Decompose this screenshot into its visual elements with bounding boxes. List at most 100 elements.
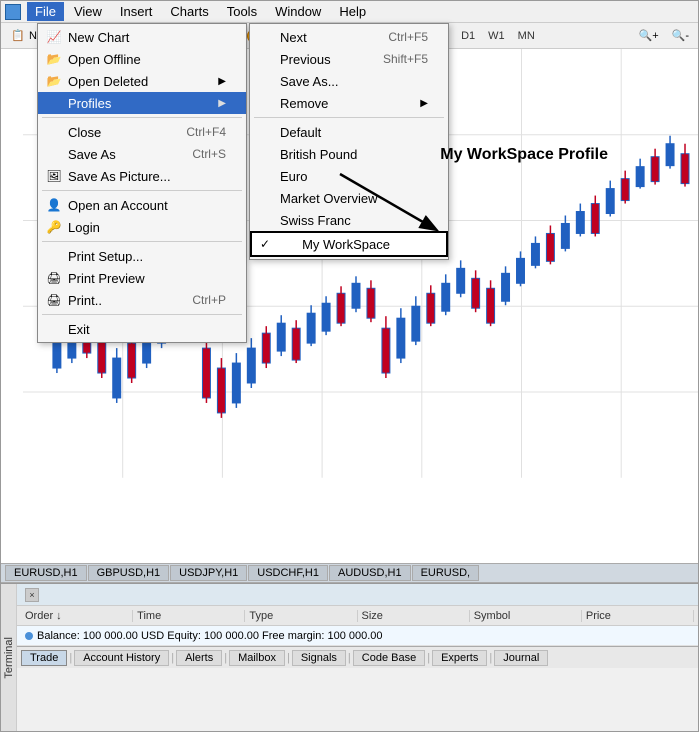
print-icon: 🖨 <box>46 292 62 308</box>
menu-close[interactable]: Close Ctrl+F4 <box>38 121 246 143</box>
open-offline-label: Open Offline <box>68 52 141 67</box>
profiles-remove-label: Remove <box>280 96 328 111</box>
menu-charts[interactable]: Charts <box>162 2 216 21</box>
col-order: Order ↓ <box>21 610 133 622</box>
timeframe-d1[interactable]: D1 <box>456 28 480 44</box>
terminal-header: × <box>17 584 698 606</box>
menu-print-preview[interactable]: 🖨 Print Preview <box>38 267 246 289</box>
col-time: Time <box>133 610 245 622</box>
tab-experts[interactable]: Experts <box>432 650 487 666</box>
profiles-default-icon <box>258 124 274 140</box>
open-deleted-arrow: ▶ <box>218 76 226 87</box>
profiles-swiss-icon <box>258 212 274 228</box>
zoom-in-button[interactable]: 🔍+ <box>634 25 664 47</box>
menu-print[interactable]: 🖨 Print.. Ctrl+P <box>38 289 246 311</box>
profiles-next-icon <box>258 29 274 45</box>
menu-save-as-picture[interactable]: 🖼 Save As Picture... <box>38 165 246 187</box>
status-tabs-row: Trade | Account History | Alerts | Mailb… <box>17 646 698 668</box>
open-deleted-label: Open Deleted <box>68 74 148 89</box>
profiles-next[interactable]: Next Ctrl+F5 <box>250 26 448 48</box>
balance-text: Balance: 100 000.00 USD Equity: 100 000.… <box>37 630 383 642</box>
profiles-previous[interactable]: Previous Shift+F5 <box>250 48 448 70</box>
menu-insert[interactable]: Insert <box>112 2 161 21</box>
timeframe-w1[interactable]: W1 <box>483 28 510 44</box>
terminal-content: × Order ↓ Time Type Size Symbol Price Ba… <box>17 584 698 668</box>
profiles-previous-icon <box>258 51 274 67</box>
tab-code-base[interactable]: Code Base <box>353 650 425 666</box>
profiles-bp-label: British Pound <box>280 147 357 162</box>
workspace-icon <box>280 236 296 252</box>
menu-open-deleted[interactable]: 📂 Open Deleted ▶ <box>38 70 246 92</box>
profiles-previous-label: Previous <box>280 52 331 67</box>
profiles-market-overview[interactable]: Market Overview <box>250 187 448 209</box>
chart-tab-usdchf-h1[interactable]: USDCHF,H1 <box>248 565 328 581</box>
save-as-icon <box>46 146 62 162</box>
menu-exit[interactable]: Exit <box>38 318 246 340</box>
profiles-save-as-icon <box>258 73 274 89</box>
tab-mailbox[interactable]: Mailbox <box>229 650 285 666</box>
open-deleted-icon: 📂 <box>46 73 62 89</box>
menu-help[interactable]: Help <box>331 2 374 21</box>
chart-tab-gbpusd-h1[interactable]: GBPUSD,H1 <box>88 565 170 581</box>
profiles-swiss-label: Swiss Franc <box>280 213 351 228</box>
profiles-save-as[interactable]: Save As... <box>250 70 448 92</box>
profiles-remove[interactable]: Remove ▶ <box>250 92 448 114</box>
profiles-remove-icon <box>258 95 274 111</box>
login-icon: 🔑 <box>46 219 62 235</box>
menu-open-offline[interactable]: 📂 Open Offline <box>38 48 246 70</box>
menu-save-as[interactable]: Save As Ctrl+S <box>38 143 246 165</box>
menu-window[interactable]: Window <box>267 2 329 21</box>
timeframe-mn[interactable]: MN <box>513 28 540 44</box>
menu-view[interactable]: View <box>66 2 110 21</box>
chart-tab-audusd-h1[interactable]: AUDUSD,H1 <box>329 565 411 581</box>
print-preview-label: Print Preview <box>68 271 145 286</box>
separator-4 <box>42 314 242 315</box>
profiles-arrow: ▶ <box>218 98 226 109</box>
print-preview-icon: 🖨 <box>46 270 62 286</box>
save-as-shortcut: Ctrl+S <box>172 147 226 161</box>
menu-profiles[interactable]: Profiles ▶ <box>38 92 246 114</box>
exit-label: Exit <box>68 322 90 337</box>
menu-file[interactable]: File <box>27 2 64 21</box>
chart-tab-eurusd-2[interactable]: EURUSD, <box>412 565 480 581</box>
col-symbol: Symbol <box>470 610 582 622</box>
profiles-default-label: Default <box>280 125 321 140</box>
chart-tabs-row: EURUSD,H1 GBPUSD,H1 USDJPY,H1 USDCHF,H1 … <box>1 563 698 583</box>
print-setup-label: Print Setup... <box>68 249 143 264</box>
profiles-swiss-franc[interactable]: Swiss Franc <box>250 209 448 231</box>
tab-signals[interactable]: Signals <box>292 650 346 666</box>
profiles-euro-icon <box>258 168 274 184</box>
chart-tab-eurusd-h1[interactable]: EURUSD,H1 <box>5 565 87 581</box>
tab-journal[interactable]: Journal <box>494 650 548 666</box>
separator-2 <box>42 190 242 191</box>
menu-print-setup[interactable]: Print Setup... <box>38 245 246 267</box>
profiles-market-label: Market Overview <box>280 191 378 206</box>
profiles-my-workspace[interactable]: ✓ My WorkSpace <box>250 231 448 257</box>
zoom-out-button[interactable]: 🔍- <box>667 25 694 47</box>
chart-tab-usdjpy-h1[interactable]: USDJPY,H1 <box>170 565 247 581</box>
profiles-bp-icon <box>258 146 274 162</box>
workspace-label: My WorkSpace <box>302 237 390 252</box>
profiles-british-pound[interactable]: British Pound <box>250 143 448 165</box>
profiles-submenu: Next Ctrl+F5 Previous Shift+F5 Save As..… <box>249 23 449 260</box>
menu-new-chart[interactable]: 📈 New Chart <box>38 26 246 48</box>
menu-tools[interactable]: Tools <box>219 2 265 21</box>
profiles-default[interactable]: Default <box>250 121 448 143</box>
tab-alerts[interactable]: Alerts <box>176 650 222 666</box>
menu-open-account[interactable]: 👤 Open an Account <box>38 194 246 216</box>
terminal-panel: Terminal × Order ↓ Time Type Size Symbol… <box>1 583 698 731</box>
close-icon: × <box>29 590 34 600</box>
terminal-side-label: Terminal <box>1 584 17 731</box>
terminal-close-button[interactable]: × <box>25 588 39 602</box>
menu-login[interactable]: 🔑 Login <box>38 216 246 238</box>
profiles-icon <box>46 95 62 111</box>
tab-trade[interactable]: Trade <box>21 650 67 666</box>
save-as-picture-label: Save As Picture... <box>68 169 171 184</box>
profiles-euro[interactable]: Euro <box>250 165 448 187</box>
col-size: Size <box>358 610 470 622</box>
profiles-next-label: Next <box>280 30 307 45</box>
open-account-icon: 👤 <box>46 197 62 213</box>
tab-account-history[interactable]: Account History <box>74 650 169 666</box>
app-logo <box>5 4 21 20</box>
new-chart-icon: 📈 <box>46 29 62 45</box>
